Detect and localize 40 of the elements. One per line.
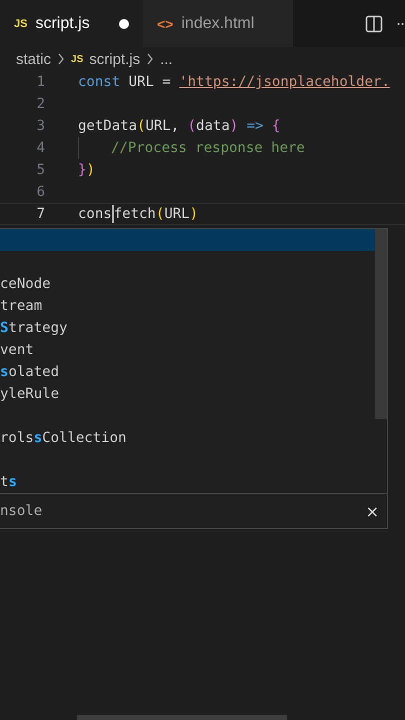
file-type-icon: JS [71, 54, 84, 64]
chevron-icon [146, 53, 154, 65]
line-number: 6 [36, 184, 46, 200]
code-line: }) [78, 162, 95, 178]
breadcrumb-symbol[interactable]: ... [160, 50, 173, 68]
code-line: getData(URL, (data) => { [78, 118, 280, 134]
suggestion-item[interactable]: yleRule [0, 383, 375, 405]
unsaved-dot-icon [119, 18, 129, 28]
line-number: 5 [36, 162, 46, 178]
code-line: const URL = 'https://jsonplaceholder. [78, 74, 390, 90]
breadcrumb-file[interactable]: script.js [89, 50, 140, 68]
code-line: cons fetch(URL) [78, 205, 198, 223]
breadcrumb-folder[interactable]: static [16, 50, 52, 68]
suggestion-item[interactable]: Strategy [0, 317, 375, 339]
line-number: 1 [36, 74, 46, 90]
file-type-icon: <> [157, 16, 174, 32]
selected-suggestion[interactable] [0, 229, 375, 251]
line-number: 4 [36, 140, 46, 156]
editor-tab[interactable]: <> index.html [143, 0, 293, 47]
tab-label: index.html [181, 14, 256, 32]
suggestion-item[interactable]: tream [0, 295, 375, 317]
code-line: //Process response here [110, 140, 305, 156]
scrollbar[interactable] [375, 229, 387, 419]
suggestion-item[interactable]: ceNode [0, 273, 375, 295]
line-number: 2 [36, 96, 46, 112]
chevron-icon [57, 53, 66, 65]
suggestion-item[interactable]: solated [0, 361, 375, 383]
line-number: 7 [36, 206, 46, 222]
file-type-icon: JS [14, 18, 28, 30]
suggestion-item[interactable]: rolssCollection [0, 427, 375, 449]
split-editor-icon[interactable] [365, 14, 383, 32]
horizontal-scrollbar[interactable] [77, 715, 287, 720]
suggestion-detail: nsole [0, 503, 42, 519]
suggestion-item[interactable]: vent [0, 339, 375, 361]
suggestion-item[interactable]: ts [0, 471, 375, 493]
line-number: 3 [36, 118, 46, 134]
editor-tab[interactable]: JS script.js [0, 0, 143, 47]
close-icon[interactable]: × [366, 502, 379, 520]
tab-label: script.js [35, 14, 91, 32]
more-icon[interactable] [397, 22, 405, 26]
